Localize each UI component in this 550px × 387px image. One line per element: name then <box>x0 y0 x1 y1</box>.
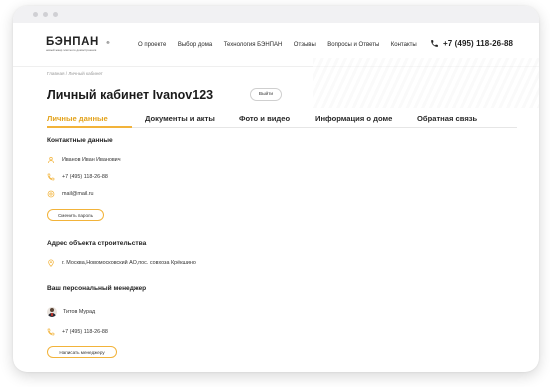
nav-item-faq[interactable]: Вопросы и Ответы <box>327 42 379 48</box>
contact-phone[interactable]: +7 (495) 118-26-88 <box>62 174 108 180</box>
contact-name-row: Иванов Иван Иванович <box>47 156 121 164</box>
decorative-background <box>313 58 539 108</box>
tab-personal-data[interactable]: Личные данные <box>47 114 108 123</box>
change-password-button[interactable]: Сменить пароль <box>47 209 104 221</box>
manager-name-row: Титов Мурад <box>47 307 95 317</box>
user-icon <box>47 156 55 164</box>
active-tab-indicator <box>47 126 132 128</box>
manager-phone[interactable]: +7 (495) 118-26-88 <box>62 329 108 335</box>
logo-reg-mark: ® <box>106 40 110 45</box>
tab-feedback[interactable]: Обратная связь <box>417 114 477 123</box>
browser-titlebar <box>13 6 539 23</box>
manager-name: Титов Мурад <box>63 309 96 315</box>
tab-photo-video[interactable]: Фото и видео <box>239 114 290 123</box>
breadcrumb[interactable]: Главная / Личный кабинет <box>47 71 103 76</box>
page-title: Личный кабинет Ivanov123 <box>47 88 214 102</box>
phone-icon <box>431 40 438 47</box>
nav-item-choose-house[interactable]: Выбор дома <box>178 42 212 48</box>
phone-icon <box>47 173 55 181</box>
logo[interactable]: БЭНПАН ® новый жанр элитного домостроени… <box>46 36 116 52</box>
tab-house-info[interactable]: Информация о доме <box>315 114 392 123</box>
browser-window: БЭНПАН ® новый жанр элитного домостроени… <box>13 6 539 372</box>
logout-button[interactable]: Выйти <box>250 88 282 101</box>
location-pin-icon <box>47 259 55 267</box>
nav-item-contacts[interactable]: Контакты <box>391 42 417 48</box>
header-phone[interactable]: +7 (495) 118-26-88 <box>430 39 513 48</box>
address-row: г. Москва,Новомосковский АО,пос. совхоза… <box>47 259 196 267</box>
address-section-title: Адрес объекта строительства <box>47 240 147 247</box>
logo-tagline: новый жанр элитного домостроения <box>46 48 97 52</box>
write-manager-button[interactable]: Написать менеджеру <box>47 346 117 358</box>
contact-email[interactable]: mail@mail.ru <box>62 191 94 197</box>
nav-item-reviews[interactable]: Отзывы <box>294 42 316 48</box>
nav-item-about[interactable]: О проекте <box>138 42 166 48</box>
contacts-section-title: Контактные данные <box>47 137 113 144</box>
contact-name: Иванов Иван Иванович <box>62 157 121 163</box>
window-dot-maximize[interactable] <box>53 12 58 17</box>
tab-documents[interactable]: Документы и акты <box>145 114 215 123</box>
at-icon <box>47 190 55 198</box>
nav-item-technology[interactable]: Технология БЭНПАН <box>224 42 283 48</box>
address-value: г. Москва,Новомосковский АО,пос. совхоза… <box>62 260 196 266</box>
window-dot-close[interactable] <box>33 12 38 17</box>
logo-name: БЭНПАН <box>46 36 99 48</box>
contact-phone-row: +7 (495) 118-26-88 <box>47 173 108 181</box>
contact-email-row: mail@mail.ru <box>47 190 94 198</box>
avatar <box>47 307 57 317</box>
main-nav: О проекте Выбор дома Технология БЭНПАН О… <box>138 42 428 48</box>
manager-section-title: Ваш персональный менеджер <box>47 285 147 292</box>
manager-phone-row: +7 (495) 118-26-88 <box>47 328 108 336</box>
phone-icon <box>47 328 55 336</box>
window-dot-minimize[interactable] <box>43 12 48 17</box>
header-phone-number: +7 (495) 118-26-88 <box>443 39 514 48</box>
tab-bar: Личные данные Документы и акты Фото и ви… <box>47 109 517 128</box>
